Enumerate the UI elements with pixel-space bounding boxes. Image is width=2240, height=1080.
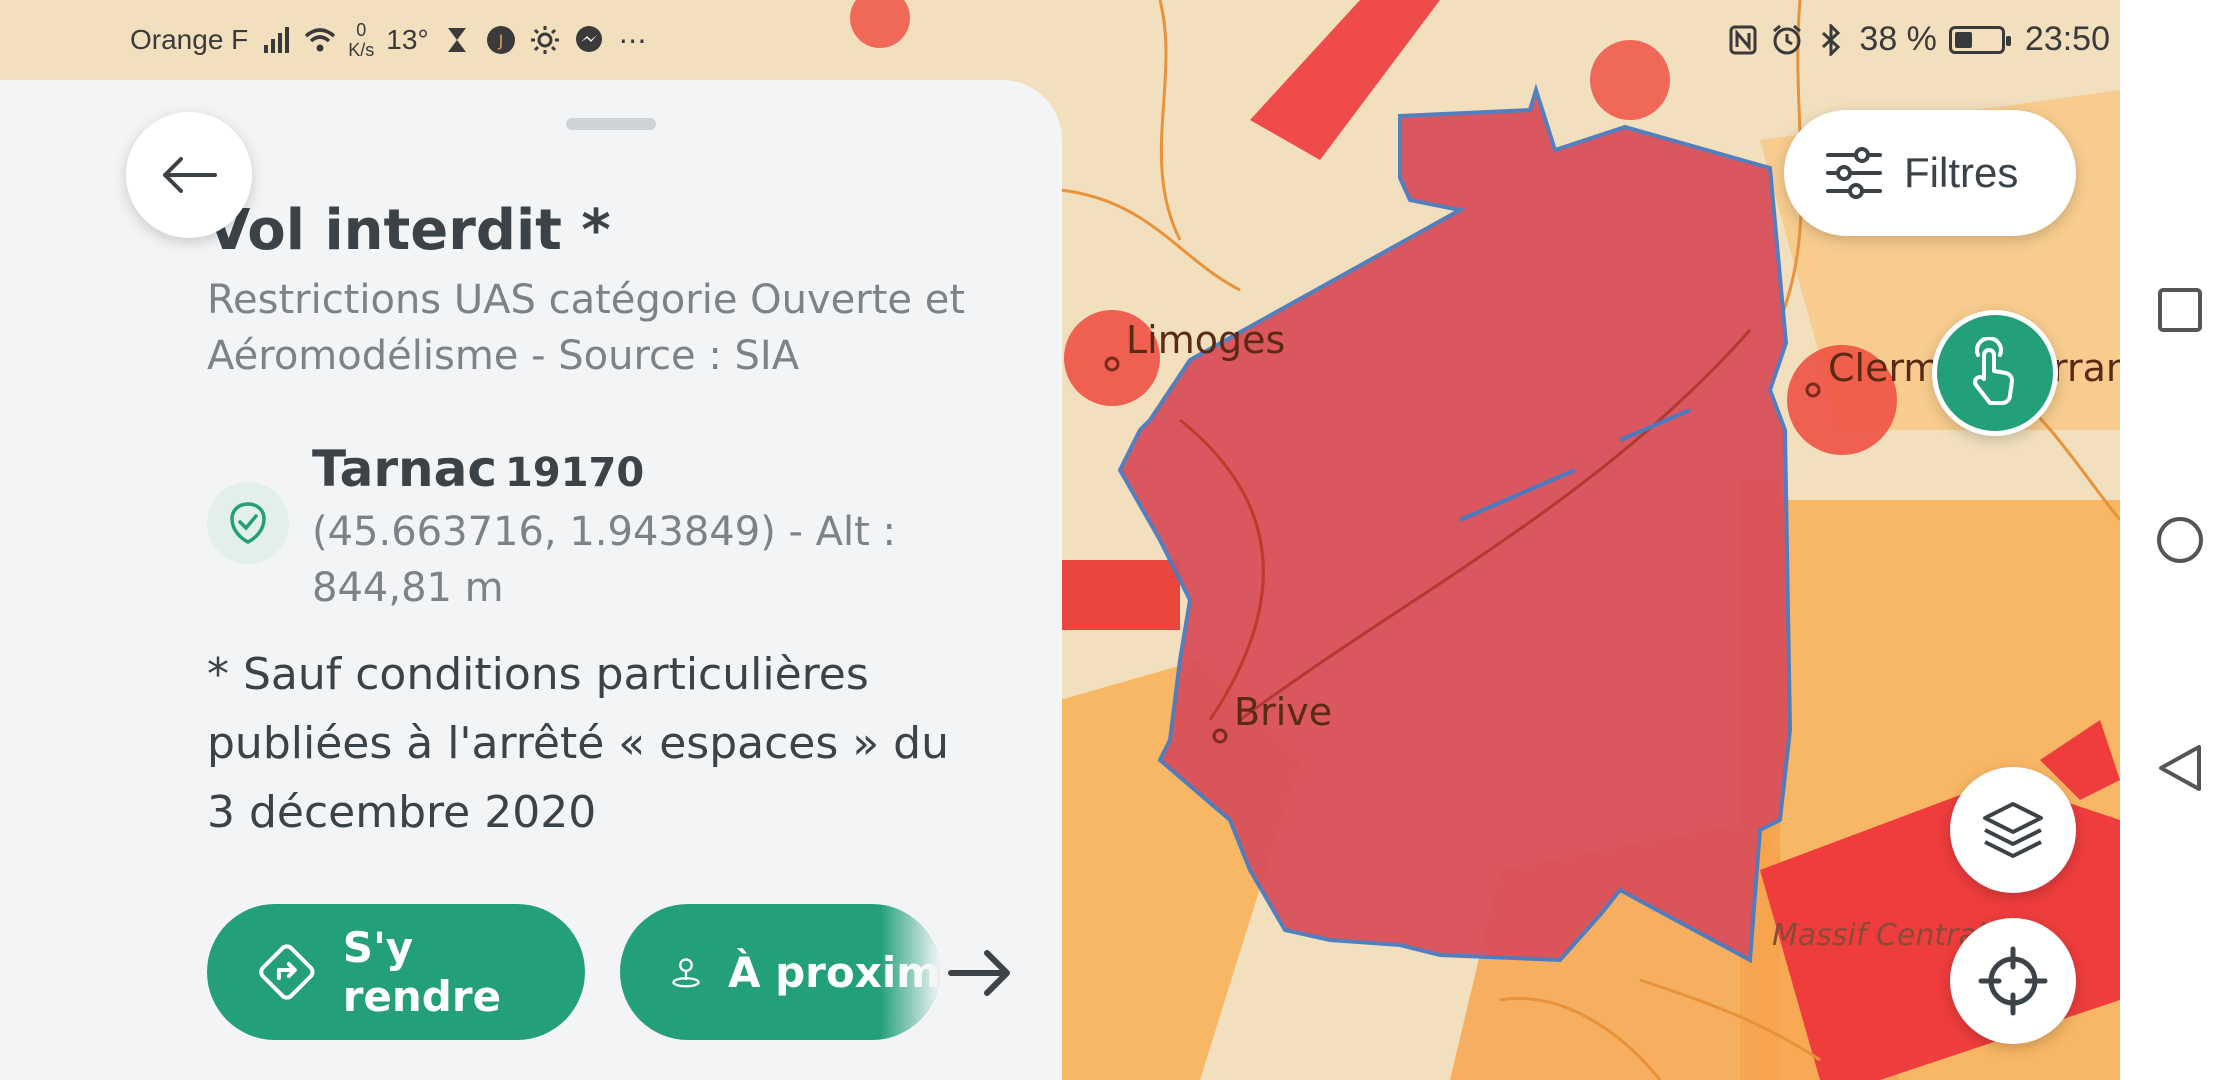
svg-text:J: J xyxy=(497,31,503,50)
wifi-icon xyxy=(304,24,336,56)
back-button[interactable] xyxy=(126,112,252,238)
map-label-limoges: Limoges xyxy=(1126,318,1286,362)
locate-button[interactable] xyxy=(1950,918,2076,1044)
hourglass-icon xyxy=(441,24,473,56)
layers-icon xyxy=(1983,802,2043,858)
messenger-icon xyxy=(573,24,605,56)
net-speed-unit: K/s xyxy=(348,40,375,60)
goto-button[interactable]: S'y rendre xyxy=(207,904,585,1040)
map-label-brive: Brive xyxy=(1234,690,1333,734)
nfc-icon xyxy=(1727,24,1759,56)
back-nav-button[interactable] xyxy=(2150,738,2210,798)
touch-mode-button[interactable] xyxy=(1932,310,2058,436)
filters-button-label: Filtres xyxy=(1904,149,2019,196)
location-badge xyxy=(207,482,289,564)
net-speed: 0 K/s xyxy=(348,20,374,60)
battery-fill xyxy=(1954,31,1972,48)
layers-button[interactable] xyxy=(1950,767,2076,893)
zone-title: Vol interdit * xyxy=(207,198,611,263)
carrier-name: Orange F xyxy=(130,24,249,55)
goto-button-label: S'y rendre xyxy=(342,923,502,1021)
location-zip: 19170 xyxy=(505,450,645,496)
zone-details-panel: Vol interdit * Restrictions UAS catégori… xyxy=(0,80,1062,1080)
system-nav-bar xyxy=(2120,0,2240,1080)
drag-handle[interactable] xyxy=(566,118,656,130)
clock: 23:50 xyxy=(2024,20,2110,58)
bluetooth-icon xyxy=(1815,23,1847,56)
square-icon xyxy=(2158,288,2202,332)
map-label-clermont-suffix: rran xyxy=(2052,346,2120,390)
circle-icon xyxy=(2157,517,2203,563)
status-bar-right: 38 % 23:50 xyxy=(1727,20,2110,59)
recents-button[interactable] xyxy=(2150,280,2210,340)
home-button[interactable] xyxy=(2150,510,2210,570)
sliders-icon xyxy=(1826,147,1882,199)
location-place: Tarnac 19170 xyxy=(312,440,644,498)
location-coordinates: (45.663716, 1.943849) - Alt : 844,81 m xyxy=(312,509,897,611)
zone-subtitle: Restrictions UAS catégorie Ouverte et Aé… xyxy=(207,277,966,379)
brightness-icon xyxy=(529,24,561,56)
shield-check-icon xyxy=(230,502,266,544)
alarm-icon xyxy=(1771,24,1803,56)
arrow-left-icon xyxy=(163,157,217,193)
signal-icon xyxy=(260,24,292,56)
zone-footnote: * Sauf conditions particulières publiées… xyxy=(207,649,949,838)
map-label-massif-central: Massif Central xyxy=(1772,918,1986,953)
app-icon: J xyxy=(485,24,517,56)
nearby-button[interactable]: À proxim xyxy=(620,904,940,1040)
status-bar: Orange F 0 K/s 13° J ⋯ 38 % 23:50 xyxy=(0,0,2120,80)
net-speed-value: 0 xyxy=(356,20,367,40)
battery-icon xyxy=(1948,25,2011,54)
location-name: Tarnac xyxy=(312,440,498,498)
status-bar-left: Orange F 0 K/s 13° J ⋯ xyxy=(130,20,649,60)
battery-percent: 38 % xyxy=(1859,20,1937,58)
crosshair-icon xyxy=(1978,946,2048,1016)
directions-icon xyxy=(259,944,315,1000)
temperature: 13° xyxy=(386,24,429,55)
map-label-clermont: Clerm xyxy=(1828,346,1941,390)
touch-icon xyxy=(1973,337,2014,405)
pin-icon xyxy=(672,958,700,988)
filters-button[interactable]: Filtres xyxy=(1784,110,2076,236)
triangle-back-icon xyxy=(2159,745,2201,791)
more-icon: ⋯ xyxy=(618,24,647,56)
arrow-right-icon[interactable] xyxy=(945,938,1015,1008)
scroll-fade xyxy=(880,904,940,1040)
